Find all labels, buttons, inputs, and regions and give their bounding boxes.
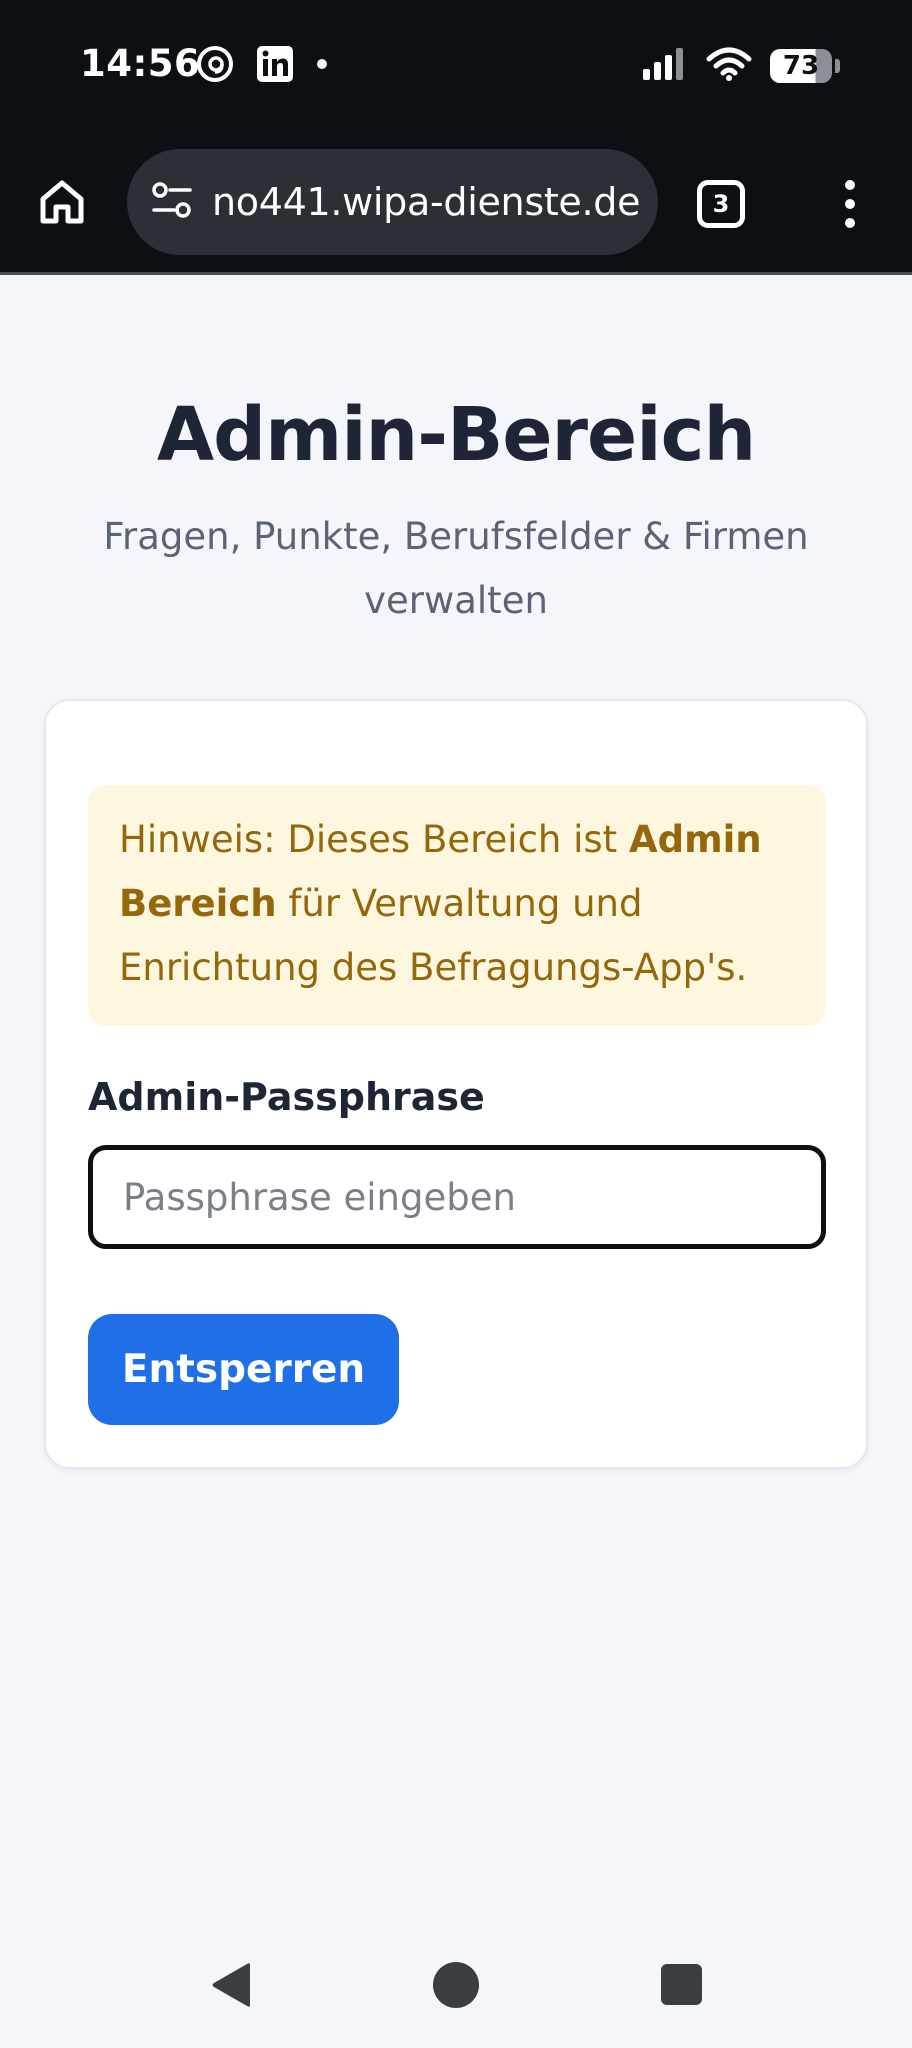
notification-dot-icon: [315, 57, 329, 76]
more-vert-icon[interactable]: [830, 174, 870, 234]
battery-level: 73: [782, 51, 820, 81]
back-icon[interactable]: [210, 1962, 254, 2013]
browser-toolbar: no441.wipa-dienste.de 3: [0, 130, 912, 275]
status-icons-left: [195, 44, 329, 88]
battery-icon: 73: [770, 49, 840, 83]
home-button[interactable]: [32, 174, 92, 234]
home-circle-icon[interactable]: [433, 1962, 479, 2008]
status-bar: 14:56 73: [0, 0, 912, 130]
passphrase-input[interactable]: [88, 1145, 826, 1249]
address-bar[interactable]: no441.wipa-dienste.de: [127, 149, 658, 255]
linkedin-icon: [255, 44, 295, 89]
login-card: Hinweis: Dieses Bereich ist Admin Bereic…: [44, 699, 868, 1469]
home-icon: [37, 177, 87, 232]
wifi-icon: [706, 47, 752, 86]
status-icons-right: 73: [642, 44, 840, 88]
threads-icon: [195, 44, 235, 89]
page-subtitle: Fragen, Punkte, Berufsfelder & Firmen ve…: [103, 515, 809, 622]
battery-nub: [835, 59, 840, 73]
url-text[interactable]: no441.wipa-dienste.de: [212, 149, 642, 255]
tabs-button[interactable]: 3: [697, 180, 745, 228]
site-settings-button[interactable]: [145, 175, 199, 229]
menu-dot: [845, 199, 855, 209]
admin-notice: Hinweis: Dieses Bereich ist Admin Bereic…: [88, 785, 826, 1026]
unlock-button[interactable]: Entsperren: [88, 1314, 399, 1425]
status-time: 14:56: [80, 42, 201, 85]
menu-dot: [845, 218, 855, 228]
signal-icon: [642, 47, 688, 86]
tab-count: 3: [712, 190, 730, 218]
notice-prefix: Hinweis: Dieses Bereich ist: [119, 818, 629, 861]
menu-dot: [845, 180, 855, 190]
page-title: Admin-Bereich: [156, 392, 756, 478]
recents-icon[interactable]: [661, 1964, 702, 2005]
passphrase-label: Admin-Passphrase: [88, 1075, 485, 1119]
site-settings-icon: [150, 180, 194, 225]
